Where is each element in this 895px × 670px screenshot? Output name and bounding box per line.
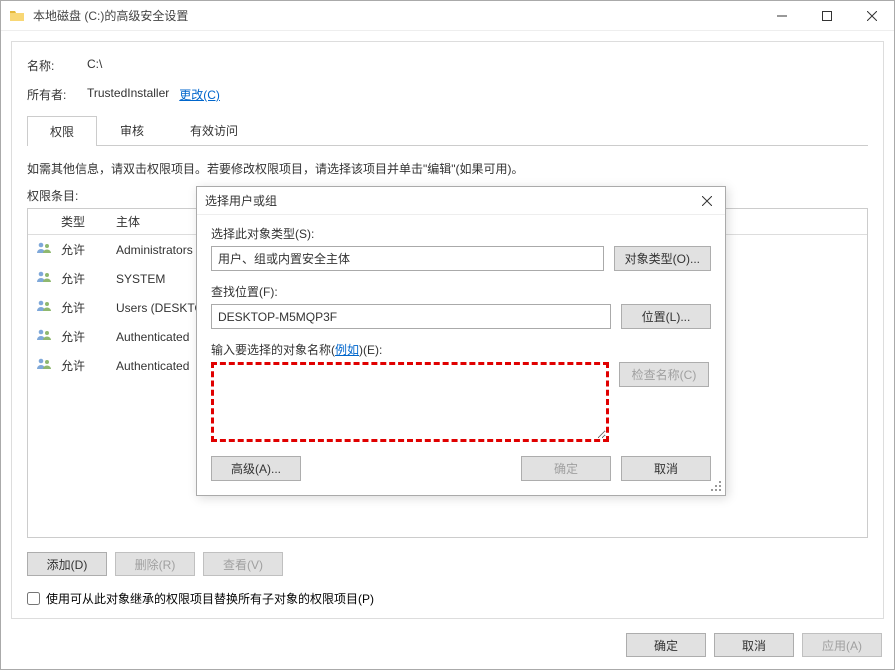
advanced-button[interactable]: 高级(A)... <box>211 456 301 481</box>
replace-inheritance-label: 使用可从此对象继承的权限项目替换所有子对象的权限项目(P) <box>46 590 374 607</box>
close-button[interactable] <box>849 1 894 31</box>
col-type[interactable]: 类型 <box>53 209 108 234</box>
users-icon <box>28 238 53 261</box>
titlebar[interactable]: 本地磁盘 (C:)的高级安全设置 <box>1 1 894 31</box>
example-link[interactable]: 例如 <box>335 343 359 357</box>
tab-auditing[interactable]: 审核 <box>97 115 167 145</box>
object-name-label: 输入要选择的对象名称(例如)(E): <box>211 341 711 358</box>
users-icon <box>28 296 53 319</box>
remove-button: 删除(R) <box>115 552 195 576</box>
tabstrip: 权限 审核 有效访问 <box>27 115 868 146</box>
advanced-security-window: 本地磁盘 (C:)的高级安全设置 名称: C:\ 所有者: TrustedIns… <box>0 0 895 670</box>
dialog-close-button[interactable] <box>693 189 721 213</box>
users-icon <box>28 267 53 290</box>
window-title: 本地磁盘 (C:)的高级安全设置 <box>33 7 759 24</box>
owner-value: TrustedInstaller <box>87 86 169 103</box>
select-user-or-group-dialog: 选择用户或组 选择此对象类型(S): 用户、组或内置安全主体 对象类型(O)..… <box>196 186 726 496</box>
cell-type: 允许 <box>53 268 108 289</box>
cancel-button[interactable]: 取消 <box>714 633 794 657</box>
replace-inheritance-checkbox[interactable]: 使用可从此对象继承的权限项目替换所有子对象的权限项目(P) <box>27 590 868 607</box>
add-button[interactable]: 添加(D) <box>27 552 107 576</box>
users-icon <box>28 354 53 377</box>
instruction-text: 如需其他信息，请双击权限项目。若要修改权限项目，请选择该项目并单击"编辑"(如果… <box>27 160 868 177</box>
name-value: C:\ <box>87 57 102 74</box>
object-type-label: 选择此对象类型(S): <box>211 225 711 242</box>
object-name-input[interactable] <box>211 362 609 442</box>
change-owner-link[interactable]: 更改(C) <box>179 86 220 103</box>
maximize-button[interactable] <box>804 1 849 31</box>
object-types-button[interactable]: 对象类型(O)... <box>614 246 711 271</box>
dialog-titlebar[interactable]: 选择用户或组 <box>197 187 725 215</box>
name-label: 名称: <box>27 57 87 74</box>
cell-type: 允许 <box>53 297 108 318</box>
object-type-field: 用户、组或内置安全主体 <box>211 246 604 271</box>
ok-button[interactable]: 确定 <box>626 633 706 657</box>
location-field: DESKTOP-M5MQP3F <box>211 304 611 329</box>
users-icon <box>28 325 53 348</box>
footer-buttons: 确定 取消 应用(A) <box>626 633 882 657</box>
dialog-cancel-button[interactable]: 取消 <box>621 456 711 481</box>
check-names-button: 检查名称(C) <box>619 362 709 387</box>
cell-type: 允许 <box>53 355 108 376</box>
cell-type: 允许 <box>53 239 108 260</box>
location-label: 查找位置(F): <box>211 283 711 300</box>
apply-button: 应用(A) <box>802 633 882 657</box>
replace-inheritance-input[interactable] <box>27 592 40 605</box>
view-button: 查看(V) <box>203 552 283 576</box>
tab-permissions[interactable]: 权限 <box>27 116 97 146</box>
dialog-ok-button: 确定 <box>521 456 611 481</box>
cell-type: 允许 <box>53 326 108 347</box>
resize-grip-icon[interactable] <box>711 481 723 493</box>
locations-button[interactable]: 位置(L)... <box>621 304 711 329</box>
owner-label: 所有者: <box>27 86 87 103</box>
folder-icon <box>9 8 25 24</box>
tab-effective-access[interactable]: 有效访问 <box>167 115 261 145</box>
minimize-button[interactable] <box>759 1 804 31</box>
dialog-title: 选择用户或组 <box>205 192 693 209</box>
